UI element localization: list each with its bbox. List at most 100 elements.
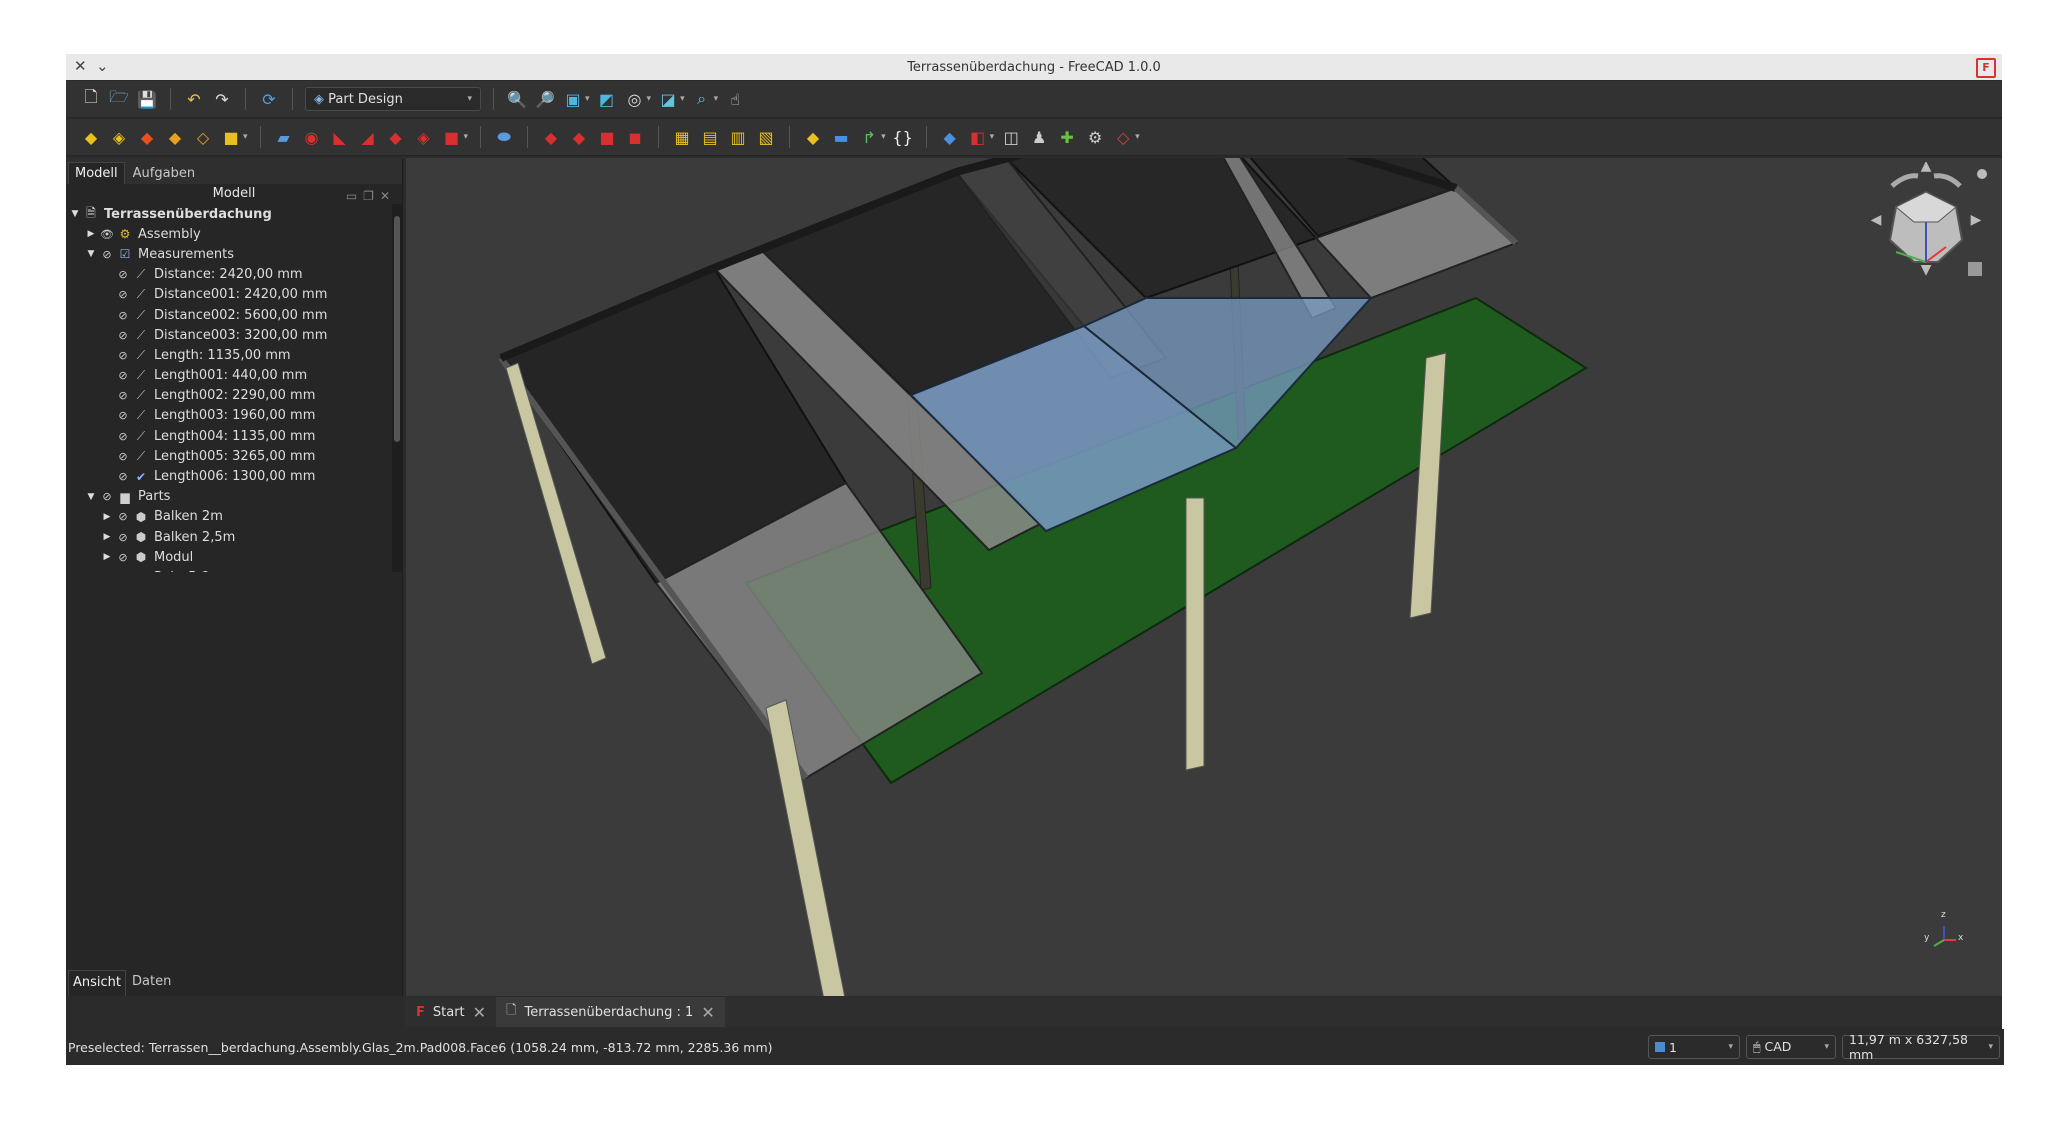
tree-item[interactable]: ▶ ⊘ ⬢ Modul bbox=[66, 547, 402, 567]
helix-icon[interactable]: ◆ bbox=[385, 126, 407, 148]
multi-transform-icon[interactable]: ▧ bbox=[755, 126, 777, 148]
close-tab-icon[interactable]: ✕ bbox=[473, 1003, 486, 1022]
linear-pattern-icon[interactable]: ▤ bbox=[699, 126, 721, 148]
shape-binder-icon[interactable]: ■ bbox=[220, 126, 242, 148]
measure-icon[interactable]: ⌕ bbox=[691, 88, 713, 110]
pipe-icon[interactable]: ◢ bbox=[357, 126, 379, 148]
fit-all-icon[interactable]: 🔍 bbox=[506, 88, 528, 110]
collapsed-arrow-icon[interactable]: ▶ bbox=[100, 512, 114, 522]
dimension-selector[interactable]: 11,97 m x 6327,58 mm ▾ bbox=[1842, 1032, 2000, 1062]
undo-icon[interactable]: ↶ bbox=[183, 88, 205, 110]
tab-document[interactable]: 🗋 Terrassenüberdachung : 1 ✕ bbox=[496, 997, 725, 1027]
boolean-icon[interactable]: ◧ bbox=[967, 126, 989, 148]
hole-icon[interactable]: ◆ bbox=[540, 126, 562, 148]
groove-icon[interactable]: ◆ bbox=[568, 126, 590, 148]
tree-item[interactable]: ⊘ ⟋ Length005: 3265,00 mm bbox=[66, 446, 402, 466]
tree-item[interactable]: ⊘ ✔ Length006: 1300,00 mm bbox=[66, 466, 402, 486]
workbench-select[interactable]: ◈ Part Design ▾ bbox=[305, 87, 481, 111]
close-tab-icon[interactable]: ✕ bbox=[701, 1003, 714, 1022]
revolution-icon[interactable]: ◉ bbox=[301, 126, 323, 148]
subtractive-pipe-icon[interactable]: ◼ bbox=[624, 126, 646, 148]
expanded-arrow-icon[interactable]: ▼ bbox=[84, 249, 98, 259]
visibility-icon[interactable]: ⊘ bbox=[98, 490, 116, 503]
whats-this-icon[interactable]: ☝ bbox=[724, 88, 746, 110]
scrollbar-thumb[interactable] bbox=[394, 216, 400, 442]
additive-box-icon[interactable]: ■ bbox=[441, 126, 463, 148]
visibility-icon[interactable]: ⊘ bbox=[114, 551, 132, 564]
refresh-icon[interactable]: ⟳ bbox=[258, 88, 280, 110]
visibility-icon[interactable]: ⊘ bbox=[114, 430, 132, 443]
visibility-icon[interactable]: ⊘ bbox=[114, 268, 132, 281]
visibility-icon[interactable]: ⊘ bbox=[114, 571, 132, 572]
visibility-icon[interactable]: ⊘ bbox=[114, 470, 132, 483]
tree-item[interactable]: ▼ ⊘ ▆ Parts bbox=[66, 487, 402, 507]
chevron-down-icon[interactable]: ⌄ bbox=[96, 57, 109, 75]
visibility-icon[interactable]: ⊘ bbox=[114, 329, 132, 342]
dock-icon[interactable]: ▭ bbox=[346, 189, 363, 203]
visibility-icon[interactable]: ⊘ bbox=[114, 349, 132, 362]
visibility-icon[interactable]: ⊘ bbox=[114, 309, 132, 322]
visibility-icon[interactable]: ⊘ bbox=[114, 531, 132, 544]
map-sketch-icon[interactable]: ◆ bbox=[164, 126, 186, 148]
visibility-icon[interactable]: ⊘ bbox=[114, 369, 132, 382]
fit-selection-icon[interactable]: 🔎 bbox=[534, 88, 556, 110]
float-icon[interactable]: ❐ bbox=[363, 189, 380, 203]
chamfer-icon[interactable]: ▬ bbox=[830, 126, 852, 148]
draw-style-icon[interactable]: ◎ bbox=[624, 88, 646, 110]
sprocket-icon[interactable]: ♟ bbox=[1028, 126, 1050, 148]
visibility-icon[interactable]: ⊘ bbox=[114, 389, 132, 402]
tree-item[interactable]: ⊘ ⟋ Length002: 2290,00 mm bbox=[66, 386, 402, 406]
tree-item[interactable]: ⊘ ⟋ Length: 1135,00 mm bbox=[66, 345, 402, 365]
page-selector[interactable]: 1 ▾ bbox=[1648, 1035, 1740, 1059]
tree-item[interactable]: ⊘ ⟋ Distance001: 2420,00 mm bbox=[66, 285, 402, 305]
expanded-arrow-icon[interactable]: ▼ bbox=[84, 492, 98, 502]
view-cube-icon[interactable]: ▣ bbox=[562, 88, 584, 110]
expanded-arrow-icon[interactable]: ▼ bbox=[68, 209, 82, 219]
loft-icon[interactable]: ◣ bbox=[329, 126, 351, 148]
navigation-style-selector[interactable]: 🖱 CAD ▾ bbox=[1746, 1035, 1836, 1059]
expression-icon[interactable]: {} bbox=[892, 126, 914, 148]
visibility-icon[interactable]: ⊘ bbox=[114, 510, 132, 523]
collapsed-arrow-icon[interactable]: ▶ bbox=[100, 532, 114, 542]
visibility-icon[interactable]: ⊘ bbox=[114, 288, 132, 301]
visibility-icon[interactable]: ⊘ bbox=[114, 409, 132, 422]
shaft-wizard-icon[interactable]: ⚙ bbox=[1084, 126, 1106, 148]
close-panel-icon[interactable]: ✕ bbox=[380, 189, 396, 203]
clone-icon[interactable]: ◫ bbox=[1000, 126, 1022, 148]
validate-sketch-icon[interactable]: ◆ bbox=[136, 126, 158, 148]
tree-item[interactable]: ▶⊘⬢Rohr 5,6m bbox=[66, 567, 402, 572]
collapsed-arrow-icon[interactable]: ▶ bbox=[84, 229, 98, 239]
tree-item[interactable]: ▶ ⊘ ⬢ Balken 2m bbox=[66, 507, 402, 527]
open-document-icon[interactable]: 🗁 bbox=[108, 87, 130, 110]
new-document-icon[interactable]: 🗋 bbox=[80, 87, 102, 110]
tree-item[interactable]: ▼ ⊘ ☑ Measurements bbox=[66, 244, 402, 264]
tab-aufgaben[interactable]: Aufgaben bbox=[127, 163, 201, 184]
pocket-icon[interactable]: ⬬ bbox=[493, 126, 515, 148]
involute-gear-icon[interactable]: ✚ bbox=[1056, 126, 1078, 148]
draft-icon[interactable]: ↱ bbox=[858, 126, 880, 148]
tree-item[interactable]: ⊘ ⟋ Distance: 2420,00 mm bbox=[66, 265, 402, 285]
thickness-icon[interactable]: ◆ bbox=[939, 126, 961, 148]
tree-item[interactable]: ⊘ ⟋ Distance002: 5600,00 mm bbox=[66, 305, 402, 325]
navigation-cube[interactable]: ▲ ◀ ▶ ▼ bbox=[1856, 162, 1996, 302]
datum-icon[interactable]: ◇ bbox=[192, 126, 214, 148]
tab-modell[interactable]: Modell bbox=[68, 162, 125, 184]
polar-pattern-icon[interactable]: ▥ bbox=[727, 126, 749, 148]
bounding-box-icon[interactable]: ◩ bbox=[596, 88, 618, 110]
visibility-icon[interactable]: ⊘ bbox=[114, 450, 132, 463]
save-document-icon[interactable]: 💾 bbox=[136, 88, 158, 110]
tree-item[interactable]: ▶ 👁 ⚙ Assembly bbox=[66, 224, 402, 244]
migrate-icon[interactable]: ◇ bbox=[1112, 126, 1134, 148]
fillet-icon[interactable]: ◆ bbox=[802, 126, 824, 148]
3d-viewport[interactable]: ▲ ◀ ▶ ▼ z x y bbox=[406, 86, 2002, 1021]
subtractive-loft-icon[interactable]: ■ bbox=[596, 126, 618, 148]
tree-item[interactable]: ⊘ ⟋ Length004: 1135,00 mm bbox=[66, 426, 402, 446]
tree-item[interactable]: ⊘ ⟋ Distance003: 3200,00 mm bbox=[66, 325, 402, 345]
create-sketch-icon[interactable]: ◈ bbox=[108, 126, 130, 148]
visibility-icon[interactable]: ⊘ bbox=[98, 248, 116, 261]
tree-item[interactable]: ▶ ⊘ ⬢ Balken 2,5m bbox=[66, 527, 402, 547]
tab-start[interactable]: F Start ✕ bbox=[406, 997, 496, 1027]
view-menu-icon[interactable]: ◪ bbox=[657, 88, 679, 110]
collapsed-arrow-icon[interactable]: ▶ bbox=[100, 552, 114, 562]
redo-icon[interactable]: ↷ bbox=[211, 88, 233, 110]
